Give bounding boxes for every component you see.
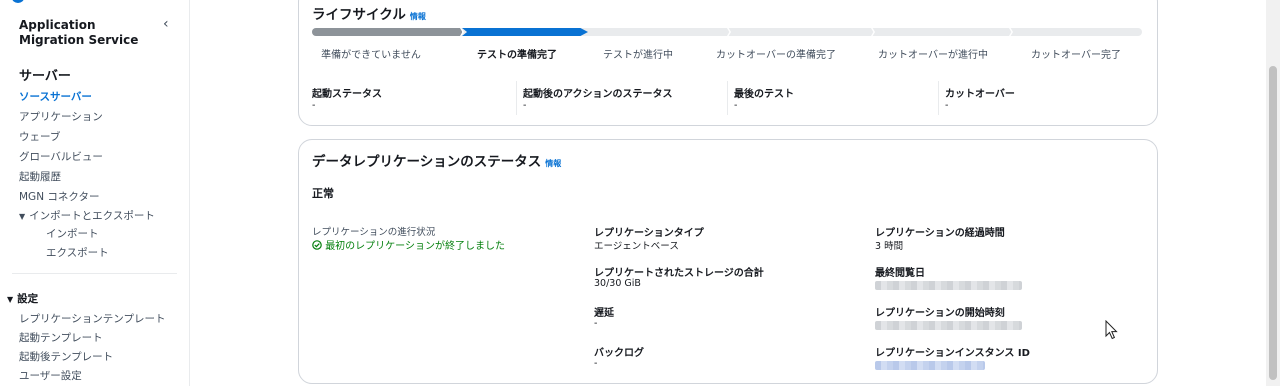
replication-type-value: エージェントベース bbox=[594, 241, 679, 252]
backlog-value: - bbox=[594, 358, 598, 369]
replication-heading: データレプリケーションのステータス 情報 bbox=[312, 150, 561, 170]
replication-start-value-redacted bbox=[875, 321, 1022, 330]
lifecycle-separator bbox=[1009, 28, 1013, 36]
elapsed-time-label: レプリケーションの経過時間 bbox=[875, 228, 1005, 239]
sidebar-item-import[interactable]: インポート bbox=[46, 226, 99, 241]
replication-panel: データレプリケーションのステータス 情報 正常 レプリケーションの進行状況 最初の… bbox=[298, 139, 1158, 384]
lifecycle-separator bbox=[871, 28, 875, 36]
check-circle-icon bbox=[312, 240, 322, 250]
page-scrollbar[interactable] bbox=[1266, 0, 1280, 386]
caret-down-icon: ▼ bbox=[7, 295, 14, 304]
replication-progress-label: レプリケーションの進行状況 bbox=[312, 227, 436, 238]
replication-instance-id-link-redacted[interactable] bbox=[875, 361, 985, 370]
progress-text: 最初のレプリケーションが終了しました bbox=[325, 241, 505, 252]
sidebar-item-post-launch-template[interactable]: 起動後テンプレート bbox=[19, 349, 113, 364]
lifecycle-progress-bar bbox=[312, 28, 1142, 36]
lifecycle-panel: ライフサイクル 情報 準備ができていません テストの準備完了 テストが進行中 カッ… bbox=[298, 0, 1158, 126]
lifecycle-step-current: テストの準備完了 bbox=[477, 50, 557, 61]
sidebar-divider bbox=[12, 273, 177, 274]
lifecycle-heading: ライフサイクル 情報 bbox=[312, 3, 426, 23]
sidebar-item-export[interactable]: エクスポート bbox=[46, 245, 109, 260]
lag-label: 遅延 bbox=[594, 308, 614, 319]
replication-title: データレプリケーションのステータス bbox=[312, 154, 542, 170]
launch-status-label: 起動ステータス bbox=[312, 89, 382, 100]
service-title[interactable]: Application Migration Service bbox=[19, 18, 159, 48]
lifecycle-step: カットオーバーの準備完了 bbox=[716, 50, 836, 61]
scrollbar-thumb[interactable] bbox=[1269, 66, 1277, 380]
sidebar-section-label: 設定 bbox=[17, 293, 39, 305]
sidebar-item-source-servers[interactable]: ソースサーバー bbox=[19, 89, 92, 104]
sidebar-item-waves[interactable]: ウェーブ bbox=[19, 129, 60, 144]
last-seen-value-redacted bbox=[875, 281, 1022, 290]
lifecycle-step: カットオーバーが進行中 bbox=[878, 50, 988, 61]
lifecycle-step: テストが進行中 bbox=[603, 50, 673, 61]
replication-info-link[interactable]: 情報 bbox=[545, 159, 561, 168]
chevron-left-icon[interactable]: ‹ bbox=[163, 16, 169, 32]
replication-progress-value: 最初のレプリケーションが終了しました bbox=[312, 237, 505, 252]
sidebar-item-applications[interactable]: アプリケーション bbox=[19, 109, 103, 124]
lifecycle-title: ライフサイクル bbox=[312, 7, 406, 23]
sidebar-item-replication-template[interactable]: レプリケーションテンプレート bbox=[19, 311, 165, 326]
lifecycle-separator bbox=[727, 28, 731, 36]
replication-start-label: レプリケーションの開始時刻 bbox=[875, 308, 1005, 319]
sidebar-item-import-export[interactable]: ▼ インポートとエクスポート bbox=[19, 208, 155, 223]
sidebar: Application Migration Service ‹ サーバー ソース… bbox=[0, 0, 190, 386]
elapsed-time-value: 3 時間 bbox=[875, 241, 904, 252]
sidebar-item-user-settings[interactable]: ユーザー設定 bbox=[19, 368, 82, 383]
cutover-value: - bbox=[945, 100, 949, 111]
backlog-label: バックログ bbox=[594, 348, 644, 359]
replication-instance-id-label: レプリケーションインスタンス ID bbox=[875, 348, 1030, 359]
sidebar-item-global-view[interactable]: グローバルビュー bbox=[19, 149, 103, 164]
sidebar-item-mgn-connector[interactable]: MGN コネクター bbox=[19, 189, 99, 204]
column-divider bbox=[727, 81, 728, 115]
column-divider bbox=[516, 81, 517, 115]
post-launch-status-value: - bbox=[523, 100, 527, 111]
cutover-label: カットオーバー bbox=[945, 89, 1015, 100]
lifecycle-info-link[interactable]: 情報 bbox=[410, 12, 426, 21]
replication-type-label: レプリケーションタイプ bbox=[594, 228, 704, 239]
lifecycle-completed-segment bbox=[312, 28, 462, 36]
logo-dot-icon bbox=[12, 0, 24, 3]
sidebar-item-launch-template[interactable]: 起動テンプレート bbox=[19, 330, 103, 345]
sidebar-section-settings[interactable]: ▼ 設定 bbox=[7, 291, 38, 306]
caret-down-icon: ▼ bbox=[19, 212, 26, 221]
mouse-cursor-icon bbox=[1105, 320, 1118, 340]
replicated-storage-label: レプリケートされたストレージの合計 bbox=[594, 268, 764, 279]
last-test-label: 最後のテスト bbox=[734, 89, 794, 100]
lifecycle-step: 準備ができていません bbox=[321, 50, 421, 61]
replicated-storage-value: 30/30 GiB bbox=[594, 278, 641, 289]
last-test-value: - bbox=[734, 100, 738, 111]
sidebar-section-servers: サーバー bbox=[19, 69, 71, 84]
post-launch-status-label: 起動後のアクションのステータス bbox=[523, 89, 673, 100]
sidebar-item-launch-history[interactable]: 起動履歴 bbox=[19, 169, 61, 184]
replication-status: 正常 bbox=[312, 187, 334, 200]
launch-status-value: - bbox=[312, 100, 316, 111]
lifecycle-current-segment bbox=[462, 28, 588, 36]
lifecycle-step: カットオーバー完了 bbox=[1031, 50, 1121, 61]
last-seen-label: 最終閲覧日 bbox=[875, 268, 925, 279]
column-divider bbox=[938, 81, 939, 115]
lag-value: - bbox=[594, 318, 598, 329]
sidebar-item-label: インポートとエクスポート bbox=[29, 210, 155, 222]
